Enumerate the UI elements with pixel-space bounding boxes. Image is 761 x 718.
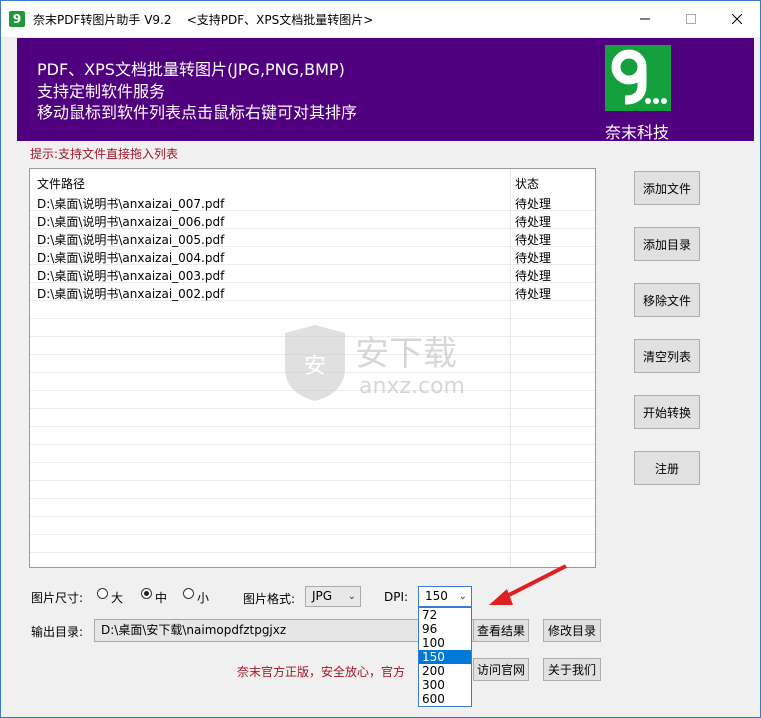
dpi-option[interactable]: 96 <box>419 622 471 636</box>
size-medium-radio[interactable] <box>141 588 152 599</box>
output-dir-field[interactable]: D:\桌面\安下载\naimopdfztpgjxz <box>94 619 474 642</box>
size-large-radio[interactable] <box>97 588 108 599</box>
chevron-down-icon: ⌄ <box>458 591 467 602</box>
image-format-label: 图片格式: <box>243 592 296 606</box>
app-window: 9 奈末PDF转图片助手 V9.2 <支持PDF、XPS文档批量转图片> PDF… <box>0 0 761 718</box>
file-path-cell: D:\桌面\说明书\anxaizai_007.pdf <box>37 197 225 211</box>
status-cell: 待处理 <box>515 215 552 229</box>
shield-icon: 安 安下载 anxz.com <box>285 325 465 401</box>
table-row[interactable]: D:\桌面\说明书\anxaizai_007.pdf 待处理 <box>30 193 595 211</box>
file-path-cell: D:\桌面\说明书\anxaizai_006.pdf <box>37 215 225 229</box>
list-rows: D:\桌面\说明书\anxaizai_007.pdf 待处理 D:\桌面\说明书… <box>30 193 595 301</box>
start-convert-button[interactable]: 开始转换 <box>634 395 700 429</box>
company-name: 奈末科技 <box>605 123 670 142</box>
view-result-button[interactable]: 查看结果 <box>473 619 529 642</box>
dpi-value: 150 <box>425 589 448 603</box>
logo-nine-icon <box>611 49 667 105</box>
app-icon: 9 <box>9 11 25 27</box>
title-bar: 9 奈末PDF转图片助手 V9.2 <支持PDF、XPS文档批量转图片> <box>1 1 760 37</box>
minimize-icon <box>640 18 650 20</box>
file-path-cell: D:\桌面\说明书\anxaizai_005.pdf <box>37 233 225 247</box>
table-row[interactable]: D:\桌面\说明书\anxaizai_004.pdf 待处理 <box>30 247 595 265</box>
status-cell: 待处理 <box>515 287 552 301</box>
image-format-value: JPG <box>312 589 333 603</box>
about-button[interactable]: 关于我们 <box>543 658 601 681</box>
chevron-down-icon: ⌄ <box>347 591 356 602</box>
close-button[interactable] <box>714 1 760 37</box>
modify-dir-button[interactable]: 修改目录 <box>543 619 601 642</box>
svg-text:安: 安 <box>304 354 326 379</box>
header-status[interactable]: 状态 <box>515 175 539 192</box>
window-title: 奈末PDF转图片助手 V9.2 <支持PDF、XPS文档批量转图片> <box>33 12 374 27</box>
dpi-option[interactable]: 72 <box>419 608 471 622</box>
table-row[interactable]: D:\桌面\说明书\anxaizai_005.pdf 待处理 <box>30 229 595 247</box>
status-cell: 待处理 <box>515 233 552 247</box>
header-file-path[interactable]: 文件路径 <box>37 175 85 192</box>
size-small-label: 小 <box>197 591 210 605</box>
dpi-label: DPI: <box>384 590 409 604</box>
file-list[interactable]: 文件路径 状态 D:\桌面\说明书\anxaizai_007.pdf 待处理 D… <box>29 168 596 568</box>
watermark-en: anxz.com <box>359 374 465 399</box>
dpi-option-selected[interactable]: 150 <box>419 650 471 664</box>
minimize-button[interactable] <box>622 1 668 37</box>
maximize-button[interactable] <box>668 1 714 37</box>
table-row[interactable]: D:\桌面\说明书\anxaizai_006.pdf 待处理 <box>30 211 595 229</box>
status-cell: 待处理 <box>515 251 552 265</box>
clear-list-button[interactable]: 清空列表 <box>634 339 700 373</box>
remove-file-button[interactable]: 移除文件 <box>634 283 700 317</box>
dpi-option[interactable]: 600 <box>419 692 471 706</box>
watermark-cn: 安下载 <box>355 334 457 374</box>
add-file-button[interactable]: 添加文件 <box>634 171 700 205</box>
dpi-option[interactable]: 200 <box>419 664 471 678</box>
status-cell: 待处理 <box>515 269 552 283</box>
table-row[interactable]: D:\桌面\说明书\anxaizai_002.pdf 待处理 <box>30 283 595 301</box>
status-cell: 待处理 <box>515 197 552 211</box>
size-large-label: 大 <box>111 591 124 605</box>
maximize-icon <box>686 14 696 24</box>
file-path-cell: D:\桌面\说明书\anxaizai_002.pdf <box>37 287 225 301</box>
dpi-dropdown-list[interactable]: 72 96 100 150 200 300 600 <box>418 607 472 707</box>
file-path-cell: D:\桌面\说明书\anxaizai_004.pdf <box>37 251 225 265</box>
register-button[interactable]: 注册 <box>634 451 700 485</box>
image-size-label: 图片尺寸: <box>31 591 84 605</box>
size-medium-label: 中 <box>155 591 168 605</box>
add-directory-button[interactable]: 添加目录 <box>634 227 700 261</box>
dpi-option[interactable]: 300 <box>419 678 471 692</box>
banner: PDF、XPS文档批量转图片(JPG,PNG,BMP) 支持定制软件服务 移动鼠… <box>17 38 754 142</box>
output-dir-label: 输出目录: <box>31 625 84 639</box>
banner-line-1: PDF、XPS文档批量转图片(JPG,PNG,BMP) <box>37 60 345 79</box>
red-arrow-annotation <box>489 564 567 605</box>
dpi-option[interactable]: 100 <box>419 636 471 650</box>
watermark: 安 安下载 anxz.com <box>275 323 495 403</box>
company-logo <box>605 45 671 111</box>
file-path-cell: D:\桌面\说明书\anxaizai_003.pdf <box>37 269 225 283</box>
drag-hint: 提示:支持文件直接拖入列表 <box>30 147 179 161</box>
official-notice: 奈末官方正版，安全放心，官方 <box>237 665 406 679</box>
size-small-radio[interactable] <box>183 588 194 599</box>
close-icon <box>732 14 742 24</box>
image-format-select[interactable]: JPG ⌄ <box>305 586 361 607</box>
table-row[interactable]: D:\桌面\说明书\anxaizai_003.pdf 待处理 <box>30 265 595 283</box>
visit-site-button[interactable]: 访问官网 <box>473 658 529 681</box>
dpi-select[interactable]: 150 ⌄ <box>418 586 472 607</box>
banner-line-3: 移动鼠标到软件列表点击鼠标右键可对其排序 <box>37 103 358 122</box>
